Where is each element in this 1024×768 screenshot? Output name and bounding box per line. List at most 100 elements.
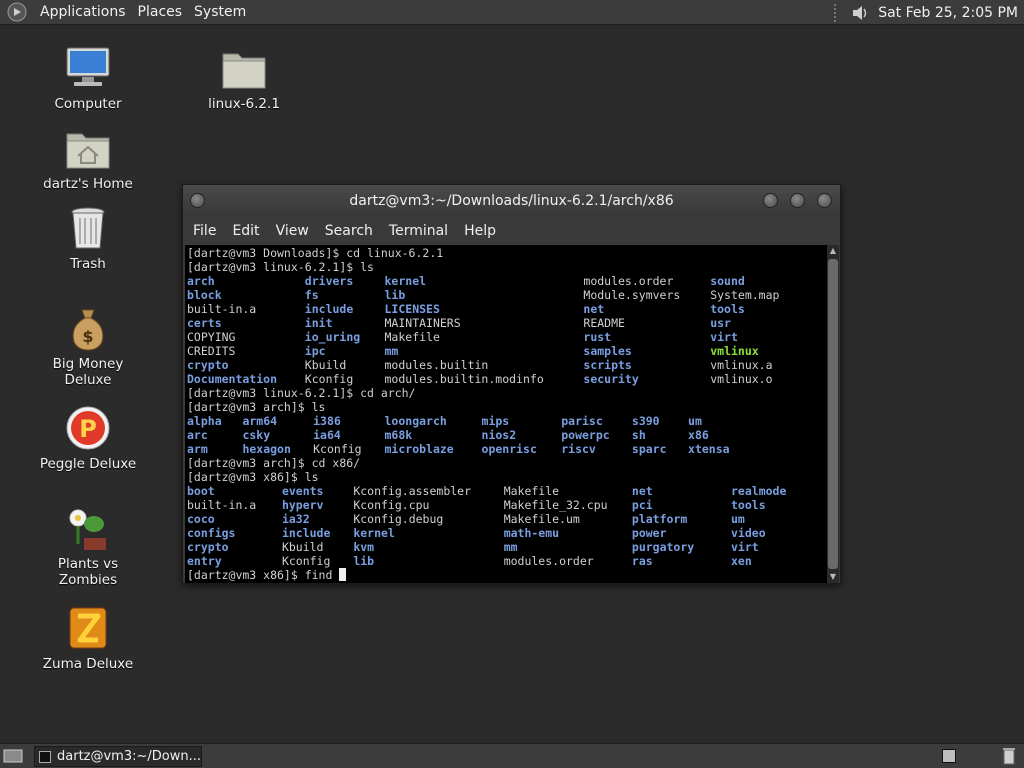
menu-edit[interactable]: Edit bbox=[226, 223, 265, 239]
ls-entry: net bbox=[583, 302, 605, 316]
ls-entry: Kconfig bbox=[281, 554, 331, 568]
ls-entry: um bbox=[688, 414, 702, 428]
ls-entry: certs bbox=[187, 316, 222, 330]
svg-text:P: P bbox=[79, 415, 97, 443]
scroll-down-icon[interactable]: ▼ bbox=[827, 571, 839, 583]
ls-entry: x86 bbox=[688, 428, 709, 442]
prompt-line: [dartz@vm3 Downloads]$ cd linux-6.2.1 bbox=[187, 246, 827, 260]
gnome-foot-icon[interactable] bbox=[6, 1, 28, 23]
zuma-icon bbox=[69, 607, 107, 649]
taskbar-button-label: dartz@vm3:~/Down... bbox=[57, 749, 201, 764]
ls-entry: arm bbox=[187, 442, 208, 456]
desktop-icon-label: Big Money Deluxe bbox=[52, 356, 124, 388]
prompt-text: [dartz@vm3 linux-6.2.1]$ ls bbox=[187, 260, 374, 274]
desktop-icon-computer[interactable]: Computer bbox=[33, 44, 143, 112]
workspace-switcher[interactable] bbox=[942, 749, 956, 763]
ls-entry: lib bbox=[384, 288, 406, 302]
ls-entry: powerpc bbox=[561, 428, 610, 442]
terminal-output[interactable]: [dartz@vm3 Downloads]$ cd linux-6.2.1 [da… bbox=[185, 245, 827, 583]
ls-entry: MAINTAINERS bbox=[384, 316, 461, 330]
desktop-icon-zuma[interactable]: Zuma Deluxe bbox=[33, 604, 143, 672]
ls-entry: purgatory bbox=[631, 540, 695, 554]
places-menu[interactable]: Places bbox=[132, 4, 189, 20]
ls-entry: virt bbox=[731, 540, 759, 554]
applications-menu[interactable]: Applications bbox=[34, 4, 132, 20]
ls-entry: CREDITS bbox=[187, 344, 236, 358]
ls-entry: boot bbox=[187, 484, 215, 498]
minimize-button[interactable] bbox=[763, 193, 778, 208]
ls-entry: COPYING bbox=[187, 330, 236, 344]
ls-entry: vmlinux.o bbox=[710, 372, 773, 386]
show-desktop-icon[interactable] bbox=[3, 748, 23, 764]
ls-entry: xen bbox=[731, 554, 752, 568]
prompt-text: [dartz@vm3 linux-6.2.1]$ cd arch/ bbox=[187, 386, 416, 400]
scrollbar[interactable]: ▲ ▼ bbox=[827, 245, 839, 583]
ls-entry: configs bbox=[187, 526, 236, 540]
desktop-icon-linux-folder[interactable]: linux-6.2.1 bbox=[189, 44, 299, 112]
ls-entry: Documentation bbox=[187, 372, 278, 386]
ls-entry: include bbox=[281, 526, 331, 540]
desktop-icon-label: Zuma Deluxe bbox=[42, 656, 134, 672]
text-cursor bbox=[339, 568, 347, 581]
ls-entry: rust bbox=[583, 330, 612, 344]
scroll-up-icon[interactable]: ▲ bbox=[827, 245, 839, 257]
menu-file[interactable]: File bbox=[187, 223, 222, 239]
ls-entry: io_uring bbox=[304, 330, 361, 344]
desktop-icon-plants-vs-zombies[interactable]: Plants vs Zombies bbox=[33, 504, 143, 588]
ls-entry: built-in.a bbox=[187, 302, 257, 316]
ls-entry: include bbox=[304, 302, 354, 316]
ls-entry: vmlinux bbox=[710, 344, 759, 358]
ls-entry: hyperv bbox=[281, 498, 324, 512]
title-bar[interactable]: dartz@vm3:~/Downloads/linux-6.2.1/arch/x… bbox=[183, 185, 840, 216]
desktop-icon-home[interactable]: dartz's Home bbox=[33, 124, 143, 192]
ls-entry: sparc bbox=[631, 442, 667, 456]
scrollbar-thumb[interactable] bbox=[828, 259, 838, 569]
menu-help[interactable]: Help bbox=[458, 223, 502, 239]
ls-output-line: coco ia32 Kconfig.debug Makefile.um platform… bbox=[187, 512, 827, 526]
desktop-icon-peggle[interactable]: P Peggle Deluxe bbox=[33, 404, 143, 472]
desktop-icon-big-money[interactable]: $ Big Money Deluxe bbox=[33, 304, 143, 388]
ls-entry: Makefile.um bbox=[503, 512, 580, 526]
ls-entry: built-in.a bbox=[187, 498, 257, 512]
taskbar-terminal-button[interactable]: dartz@vm3:~/Down... bbox=[34, 746, 202, 767]
ls-entry: drivers bbox=[304, 274, 354, 288]
maximize-button[interactable] bbox=[790, 193, 805, 208]
menu-bar: File Edit View Search Terminal Help bbox=[183, 216, 840, 245]
menu-terminal[interactable]: Terminal bbox=[383, 223, 454, 239]
ls-entry: ipc bbox=[304, 344, 326, 358]
ls-entry: lib bbox=[353, 554, 375, 568]
desktop-icon-label: linux-6.2.1 bbox=[208, 96, 280, 112]
volume-icon[interactable] bbox=[850, 3, 870, 23]
ls-output-line: alpha arm64 i386 loongarch mips parisc s390 um bbox=[187, 414, 827, 428]
ls-entry: arc bbox=[187, 428, 208, 442]
ls-entry: modules.order bbox=[503, 554, 594, 568]
ls-entry: nios2 bbox=[481, 428, 517, 442]
clock[interactable]: Sat Feb 25, 2:05 PM bbox=[878, 5, 1018, 21]
ls-output-line: Documentation Kconfig modules.builtin.modi… bbox=[187, 372, 827, 386]
menu-view[interactable]: View bbox=[270, 223, 315, 239]
peggle-icon: P bbox=[66, 406, 110, 450]
trash-applet-icon[interactable] bbox=[1002, 747, 1016, 765]
ls-output-line: arm hexagon Kconfig microblaze openrisc riscv… bbox=[187, 442, 827, 456]
ls-entry: openrisc bbox=[481, 442, 537, 456]
terminal-window[interactable]: dartz@vm3:~/Downloads/linux-6.2.1/arch/x… bbox=[182, 184, 841, 584]
ls-output-line: block fs lib Module.symvers System.map bbox=[187, 288, 827, 302]
ls-entry: mm bbox=[503, 540, 518, 554]
prompt-line: [dartz@vm3 x86]$ find bbox=[187, 568, 827, 582]
ls-entry: hexagon bbox=[242, 442, 291, 456]
ls-entry: fs bbox=[304, 288, 319, 302]
ls-output-line: crypto Kbuild modules.builtin scripts vmlinu… bbox=[187, 358, 827, 372]
ls-entry: samples bbox=[583, 344, 632, 358]
desktop-icon-trash[interactable]: Trash bbox=[33, 204, 143, 272]
ls-entry: crypto bbox=[187, 358, 229, 372]
ls-entry: Kconfig bbox=[313, 442, 362, 456]
panel-grip[interactable] bbox=[834, 3, 840, 22]
close-button[interactable] bbox=[817, 193, 832, 208]
menu-search[interactable]: Search bbox=[319, 223, 379, 239]
ls-output-line: arc csky ia64 m68k nios2 powerpc sh x86 bbox=[187, 428, 827, 442]
window-menu-button[interactable] bbox=[190, 193, 205, 208]
ls-output-line: boot events Kconfig.assembler Makefile net re… bbox=[187, 484, 827, 498]
system-menu[interactable]: System bbox=[188, 4, 252, 20]
prompt-line: [dartz@vm3 arch]$ ls bbox=[187, 400, 827, 414]
ls-entry: modules.builtin bbox=[384, 358, 489, 372]
